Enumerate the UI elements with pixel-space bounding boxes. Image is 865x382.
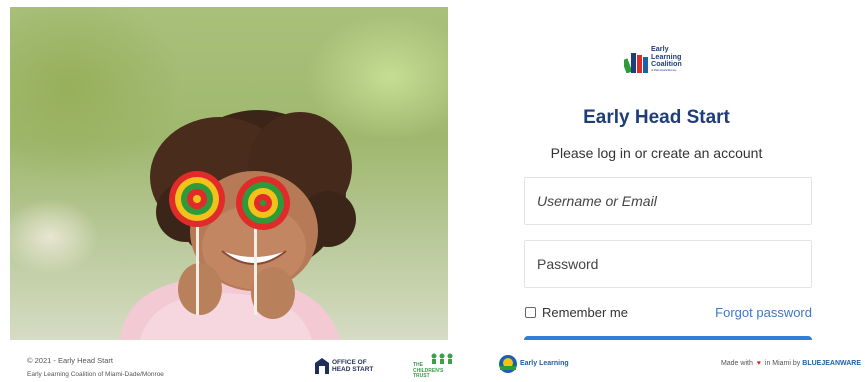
made-with-credit: Made with ♥ in Miami by BLUEJEANWARE: [721, 360, 861, 367]
division-early-learning-logo[interactable]: Early Learning: [498, 354, 588, 378]
trust-logo-text: THE CHILDREN'S TRUST: [413, 362, 444, 379]
logo-subtitle: of Miami-Dade/Monroe: [651, 69, 677, 72]
made-mid: in Miami by: [764, 360, 801, 367]
hero-photo: [10, 7, 448, 340]
organization-text: Early Learning Coalition of Miami-Dade/M…: [27, 371, 164, 378]
password-input[interactable]: [524, 240, 812, 288]
logo-line: Coalition: [651, 59, 682, 68]
page-title: Early Head Start: [583, 107, 730, 128]
remember-me-label: Remember me: [542, 305, 628, 320]
del-logo-text: Early Learning: [520, 360, 569, 367]
copyright-text: © 2021 - Early Head Start: [27, 356, 113, 365]
login-panel: Early Learning Coalition of Miami-Dade/M…: [448, 7, 865, 340]
footer: © 2021 - Early Head Start Early Learning…: [0, 340, 865, 382]
bluejeanware-link[interactable]: BLUEJEANWARE: [802, 360, 861, 367]
made-prefix: Made with: [720, 360, 753, 367]
login-subtitle: Please log in or create an account: [550, 145, 763, 161]
heart-icon: ♥: [756, 360, 761, 367]
remember-me-checkbox[interactable]: [525, 307, 536, 318]
elc-logo: Early Learning Coalition of Miami-Dade/M…: [624, 45, 694, 77]
child-with-lollipops-illustration: [120, 110, 356, 340]
head-start-icon: [315, 358, 329, 374]
username-input[interactable]: [524, 177, 812, 225]
ohs-logo-text: OFFICE OF HEAD START: [332, 359, 374, 373]
forgot-password-link[interactable]: Forgot password: [715, 305, 812, 320]
sun-icon: [499, 355, 517, 373]
elc-logo-icon: [624, 53, 648, 73]
remember-me[interactable]: Remember me: [525, 305, 628, 320]
childrens-trust-logo[interactable]: THE CHILDREN'S TRUST: [410, 353, 460, 381]
